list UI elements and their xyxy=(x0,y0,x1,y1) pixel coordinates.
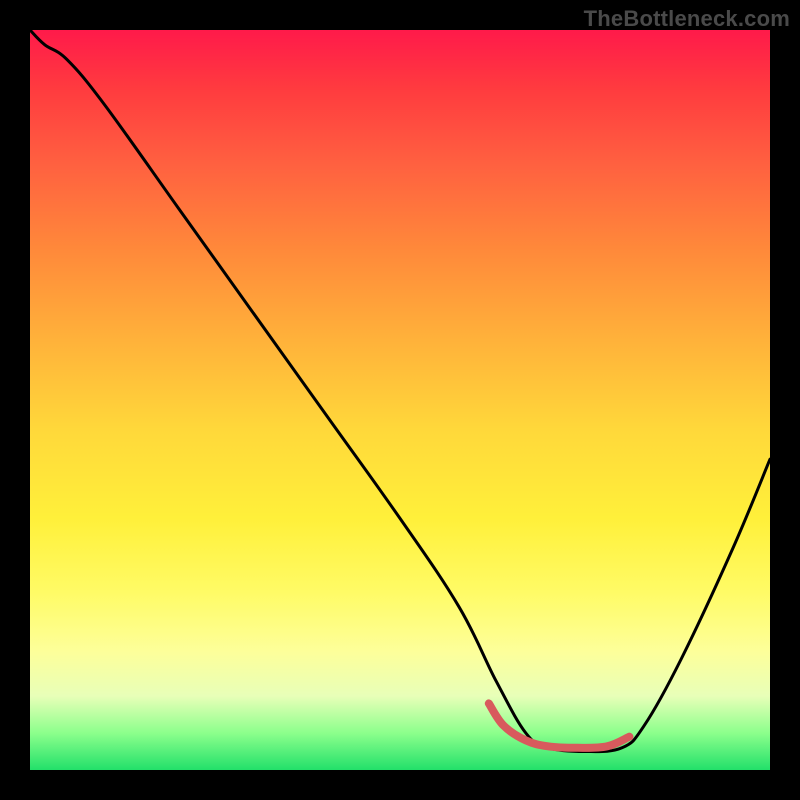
bottleneck-curve xyxy=(30,30,770,752)
watermark-text: TheBottleneck.com xyxy=(584,6,790,32)
chart-svg xyxy=(30,30,770,770)
